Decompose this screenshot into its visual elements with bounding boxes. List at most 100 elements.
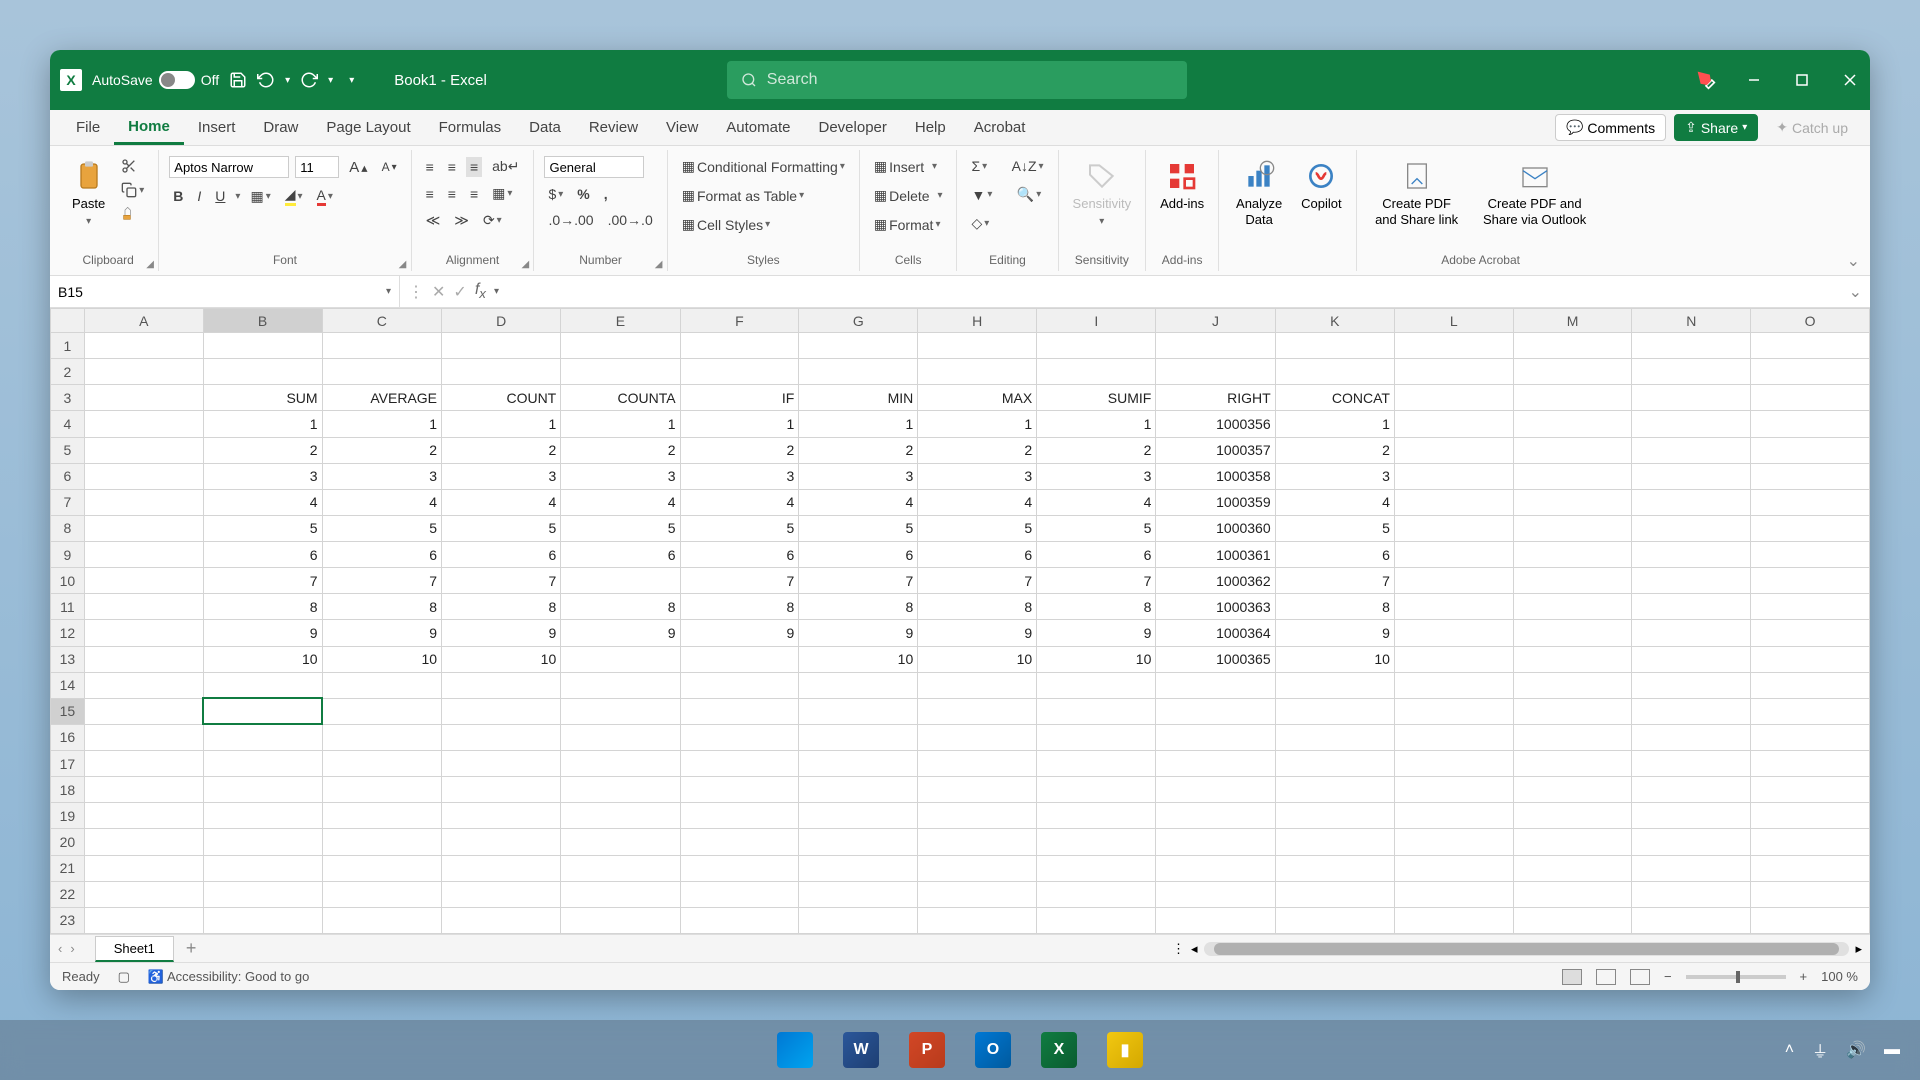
- row-header[interactable]: 15: [51, 698, 85, 724]
- volume-icon[interactable]: 🔊: [1846, 1040, 1866, 1060]
- cell[interactable]: [1156, 751, 1275, 777]
- cell[interactable]: 8: [322, 594, 441, 620]
- underline-button[interactable]: U: [211, 186, 229, 206]
- cell[interactable]: [561, 646, 680, 672]
- tab-acrobat[interactable]: Acrobat: [960, 110, 1040, 145]
- conditional-formatting-button[interactable]: ▦ Conditional Formatting ▾: [678, 156, 849, 177]
- fx-chevron-icon[interactable]: ▾: [494, 286, 499, 297]
- sheet-prev-icon[interactable]: ‹: [58, 941, 62, 956]
- cell[interactable]: 9: [322, 620, 441, 646]
- cell[interactable]: [84, 385, 203, 411]
- cell[interactable]: [1632, 411, 1751, 437]
- row-header[interactable]: 17: [51, 751, 85, 777]
- enter-formula-icon[interactable]: ✓: [453, 282, 466, 302]
- cell[interactable]: [1394, 333, 1513, 359]
- cell[interactable]: [1394, 907, 1513, 933]
- cell[interactable]: [1751, 855, 1870, 881]
- cell[interactable]: 1: [442, 411, 561, 437]
- cell[interactable]: [1394, 751, 1513, 777]
- copilot-button[interactable]: Copilot: [1297, 156, 1345, 216]
- cell[interactable]: [1156, 803, 1275, 829]
- cell[interactable]: 8: [799, 594, 918, 620]
- cell[interactable]: [918, 333, 1037, 359]
- cell[interactable]: 4: [680, 489, 799, 515]
- copy-button[interactable]: ▾: [117, 180, 148, 200]
- number-launcher-icon[interactable]: ◢: [655, 259, 665, 269]
- cell[interactable]: [1275, 907, 1394, 933]
- cell[interactable]: 5: [680, 515, 799, 541]
- row-header[interactable]: 3: [51, 385, 85, 411]
- cell[interactable]: 2: [203, 437, 322, 463]
- cell[interactable]: [1632, 881, 1751, 907]
- cell[interactable]: COUNT: [442, 385, 561, 411]
- cell[interactable]: 6: [1275, 542, 1394, 568]
- row-header[interactable]: 14: [51, 672, 85, 698]
- cell[interactable]: [918, 907, 1037, 933]
- cell[interactable]: [84, 724, 203, 750]
- cell[interactable]: [84, 829, 203, 855]
- cell[interactable]: 4: [799, 489, 918, 515]
- cell[interactable]: 1: [1275, 411, 1394, 437]
- formula-expand-icon[interactable]: ⌄: [1841, 282, 1870, 302]
- column-header[interactable]: K: [1275, 309, 1394, 333]
- catchup-button[interactable]: ✦ Catch up: [1766, 115, 1858, 140]
- cell[interactable]: [799, 724, 918, 750]
- paste-button[interactable]: Paste ▾: [68, 156, 109, 232]
- cell[interactable]: [561, 829, 680, 855]
- cell[interactable]: 9: [680, 620, 799, 646]
- comma-button[interactable]: ,: [600, 184, 612, 204]
- cell[interactable]: [561, 359, 680, 385]
- cell[interactable]: 5: [1275, 515, 1394, 541]
- align-center-button[interactable]: ≡: [444, 184, 460, 204]
- row-header[interactable]: 9: [51, 542, 85, 568]
- save-icon[interactable]: [229, 71, 247, 89]
- cell[interactable]: [799, 333, 918, 359]
- zoom-in-button[interactable]: +: [1800, 969, 1808, 984]
- cell[interactable]: [1394, 829, 1513, 855]
- redo-icon[interactable]: [300, 71, 318, 89]
- cell[interactable]: 9: [799, 620, 918, 646]
- cell[interactable]: [442, 672, 561, 698]
- row-header[interactable]: 18: [51, 777, 85, 803]
- zoom-level[interactable]: 100 %: [1821, 969, 1858, 984]
- cell[interactable]: [799, 751, 918, 777]
- cell[interactable]: [561, 333, 680, 359]
- zoom-slider[interactable]: [1686, 975, 1786, 979]
- cell[interactable]: [1037, 803, 1156, 829]
- column-header[interactable]: L: [1394, 309, 1513, 333]
- cell[interactable]: [84, 463, 203, 489]
- cell[interactable]: 1000356: [1156, 411, 1275, 437]
- cell[interactable]: [1632, 437, 1751, 463]
- fill-color-button[interactable]: ◢▾: [281, 184, 307, 208]
- column-header[interactable]: C: [322, 309, 441, 333]
- cell[interactable]: 10: [203, 646, 322, 672]
- cell[interactable]: [1632, 855, 1751, 881]
- cell[interactable]: [680, 803, 799, 829]
- row-header[interactable]: 23: [51, 907, 85, 933]
- cell[interactable]: [84, 881, 203, 907]
- cell[interactable]: 4: [442, 489, 561, 515]
- cell[interactable]: [1751, 437, 1870, 463]
- cell[interactable]: [84, 672, 203, 698]
- cell[interactable]: 1000357: [1156, 437, 1275, 463]
- cell[interactable]: 8: [561, 594, 680, 620]
- cell[interactable]: [1037, 359, 1156, 385]
- cell[interactable]: [1275, 751, 1394, 777]
- cell[interactable]: [561, 777, 680, 803]
- cell[interactable]: [1156, 698, 1275, 724]
- fx-icon[interactable]: fx: [475, 281, 486, 301]
- cell[interactable]: 5: [1037, 515, 1156, 541]
- cell[interactable]: [1394, 803, 1513, 829]
- cell[interactable]: [442, 359, 561, 385]
- cell[interactable]: [680, 907, 799, 933]
- row-header[interactable]: 21: [51, 855, 85, 881]
- cell[interactable]: [918, 698, 1037, 724]
- cell[interactable]: [1513, 568, 1632, 594]
- close-button[interactable]: [1840, 70, 1860, 90]
- cell[interactable]: [1037, 698, 1156, 724]
- cell[interactable]: [1513, 437, 1632, 463]
- tray-chevron-icon[interactable]: ˄: [1785, 1041, 1794, 1059]
- cell[interactable]: [322, 724, 441, 750]
- pen-icon[interactable]: [1696, 70, 1716, 90]
- cell[interactable]: [1037, 829, 1156, 855]
